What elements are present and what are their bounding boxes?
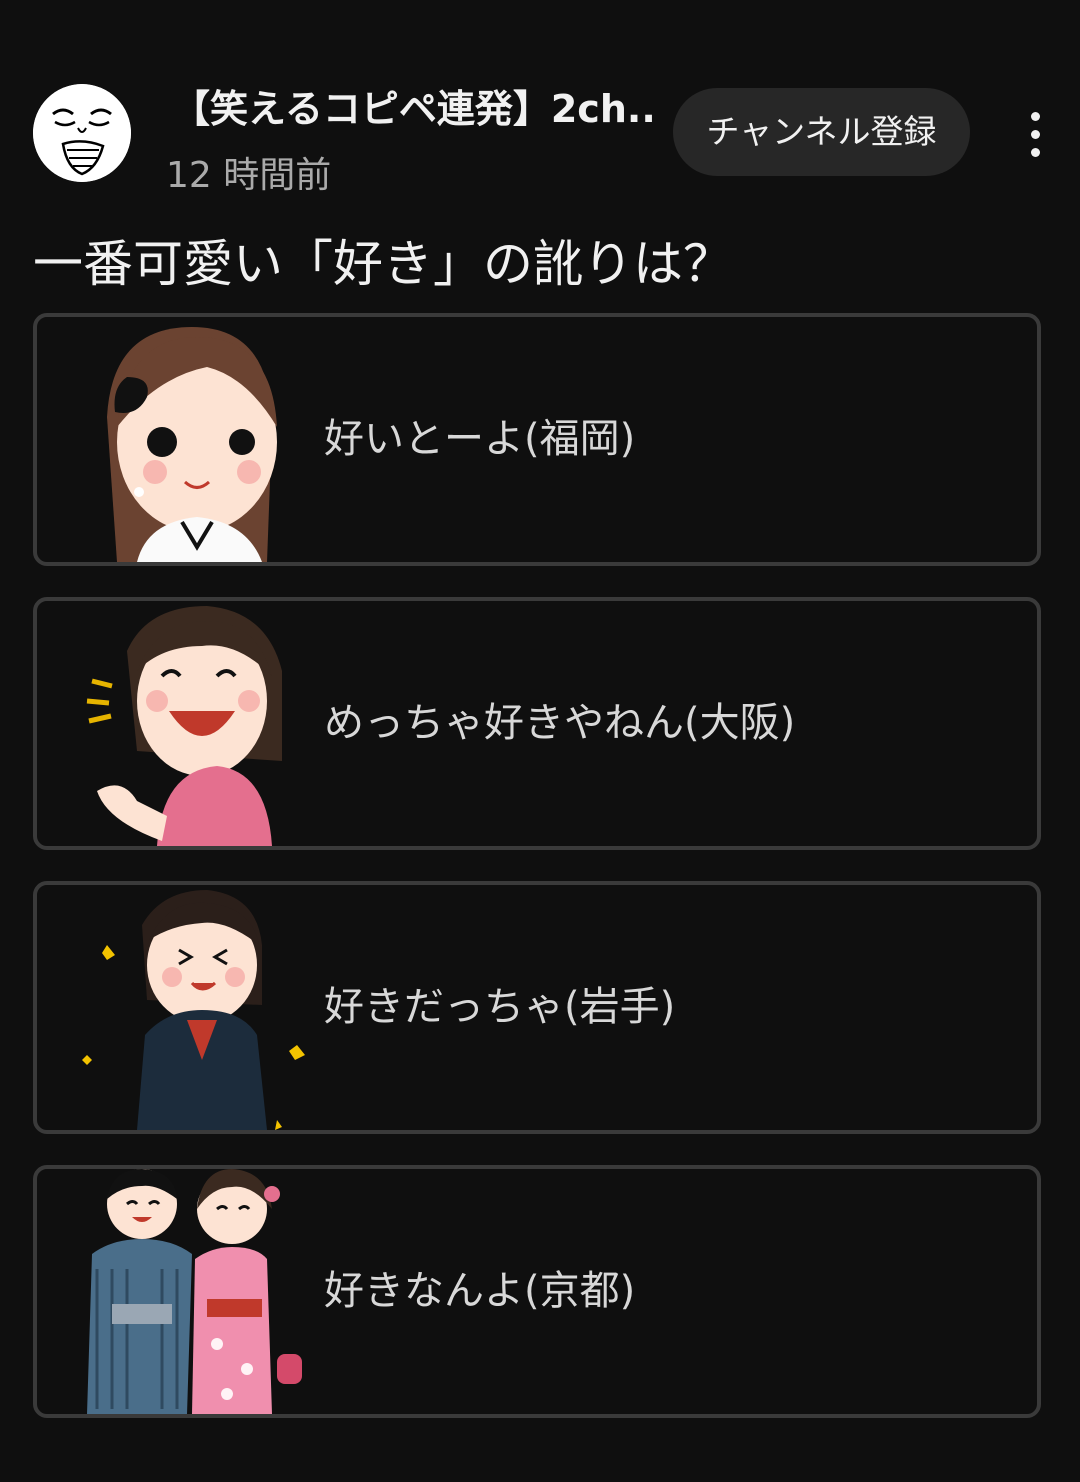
poll-option-label: 好きだっちゃ(岩手) xyxy=(324,984,676,1030)
yukata-couple-illustration xyxy=(67,1169,307,1414)
poll-option-label: 好いとーよ(福岡) xyxy=(324,416,636,462)
menu-dot xyxy=(1031,130,1040,139)
poll-option-2[interactable]: めっちゃ好きやねん(大阪) xyxy=(33,597,1041,850)
community-post: 【笑えるコピペ連発】2ch... 12 時間前 チャンネル登録 一番可愛い「好き… xyxy=(0,0,1080,1482)
schoolgirl-sparkle-illustration xyxy=(67,885,307,1130)
poll-option-label: 好きなんよ(京都) xyxy=(324,1268,636,1314)
menu-dot xyxy=(1031,148,1040,157)
girl-ribbon-illustration xyxy=(67,317,307,562)
laughing-face-icon xyxy=(33,84,131,182)
laughing-girl-illustration xyxy=(67,601,307,846)
channel-avatar[interactable] xyxy=(33,84,131,182)
channel-name[interactable]: 【笑えるコピペ連発】2ch... xyxy=(172,78,652,133)
poll-option-4[interactable]: 好きなんよ(京都) xyxy=(33,1165,1041,1418)
post-header: 【笑えるコピペ連発】2ch... 12 時間前 チャンネル登録 xyxy=(0,70,1080,200)
subscribe-button[interactable]: チャンネル登録 xyxy=(673,88,970,176)
menu-dot xyxy=(1031,112,1040,121)
more-options-icon[interactable] xyxy=(1010,100,1060,170)
poll-option-label: めっちゃ好きやねん(大阪) xyxy=(324,700,796,746)
poll-option-1[interactable]: 好いとーよ(福岡) xyxy=(33,313,1041,566)
poll-question: 一番可愛い「好き」の訛りは？ xyxy=(33,235,733,293)
poll-option-3[interactable]: 好きだっちゃ(岩手) xyxy=(33,881,1041,1134)
post-time: 12 時間前 xyxy=(166,155,332,196)
